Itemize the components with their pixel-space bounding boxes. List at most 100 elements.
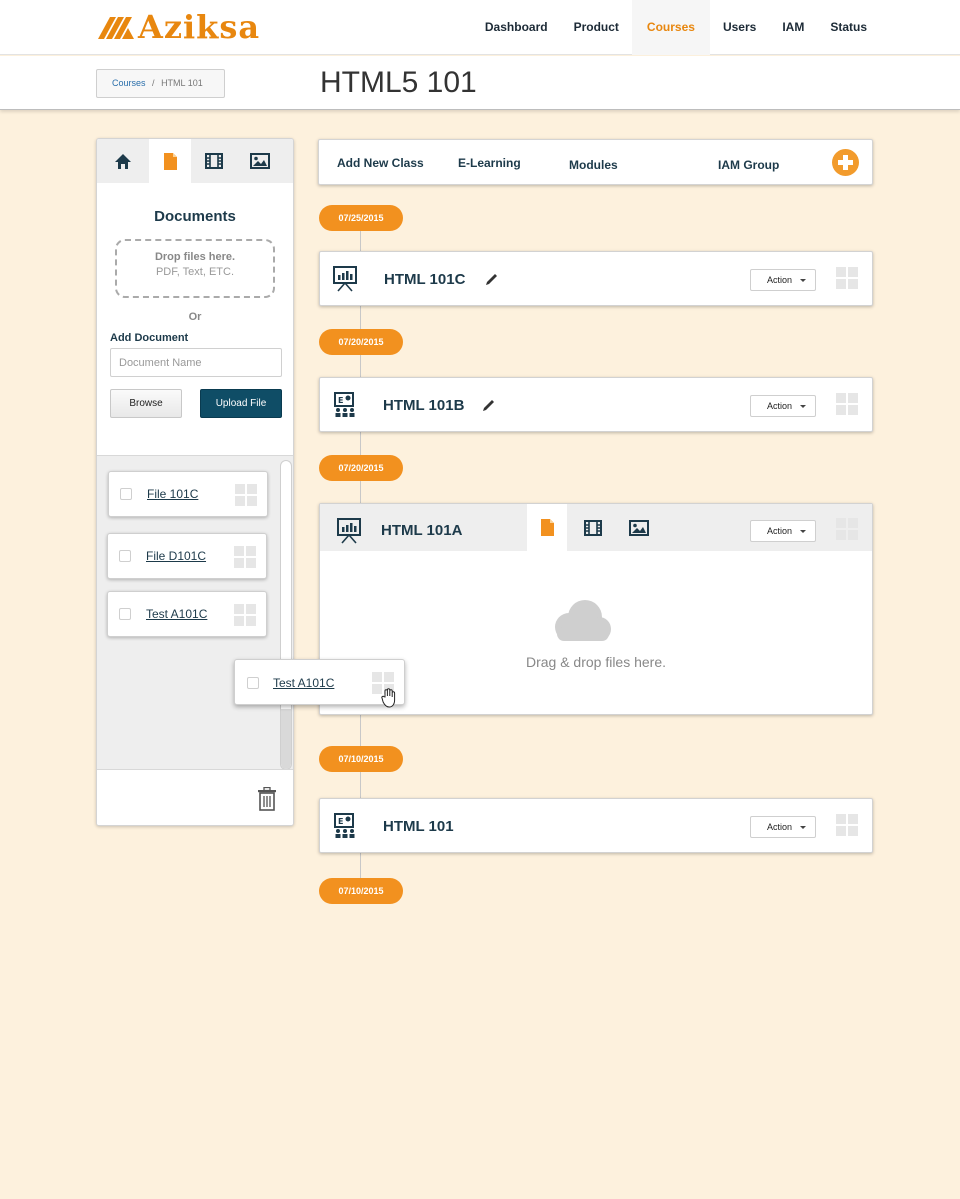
modules-link[interactable]: Modules (569, 158, 618, 172)
date-badge: 07/10/2015 (319, 878, 403, 904)
add-plus-icon[interactable] (832, 149, 859, 176)
film-icon (584, 519, 602, 536)
class-toolbar: Add New Class E-Learning Modules IAM Gro… (318, 139, 873, 185)
nav-iam[interactable]: IAM (769, 0, 817, 55)
svg-text:E: E (338, 817, 343, 826)
caret-down-icon (800, 530, 806, 533)
iam-group-link[interactable]: IAM Group (718, 158, 779, 172)
elearning-icon: E (334, 813, 355, 838)
tab-documents[interactable] (527, 504, 567, 551)
tab-images[interactable] (237, 139, 283, 183)
class-title[interactable]: HTML 101C (384, 271, 465, 288)
breadcrumb-separator: / (152, 78, 155, 88)
class-card: E HTML 101B Action (319, 377, 873, 432)
panel-tabs (97, 139, 293, 183)
action-label: Action (767, 275, 793, 285)
panel-footer (97, 769, 293, 825)
class-title[interactable]: HTML 101B (383, 397, 464, 414)
logo[interactable]: Aziksa (96, 8, 260, 46)
caret-down-icon (800, 826, 806, 829)
nav-users[interactable]: Users (710, 0, 769, 55)
file-card[interactable]: Test A101C (107, 591, 267, 637)
date-badge: 07/10/2015 (319, 746, 403, 772)
tab-images[interactable] (619, 504, 659, 551)
page-title: HTML5 101 (320, 66, 477, 99)
nav-dashboard[interactable]: Dashboard (472, 0, 561, 55)
add-document-label: Add Document (110, 332, 189, 344)
caret-down-icon (800, 279, 806, 282)
breadcrumb-courses-link[interactable]: Courses (112, 78, 146, 88)
dropzone-line2: PDF, Text, ETC. (155, 266, 235, 278)
upload-form: Documents Drop files here. PDF, Text, ET… (97, 208, 293, 418)
panel-heading: Documents (154, 208, 236, 225)
nav-courses[interactable]: Courses (631, 0, 710, 55)
add-new-class-link[interactable]: Add New Class (337, 156, 424, 170)
file-checkbox[interactable] (119, 608, 131, 620)
class-title[interactable]: HTML 101A (381, 522, 462, 539)
action-dropdown[interactable]: Action (750, 269, 816, 291)
elearning-link[interactable]: E-Learning (458, 156, 521, 170)
class-card-header: HTML 101A Action (320, 504, 872, 551)
action-label: Action (767, 822, 793, 832)
cloud-upload-icon[interactable] (549, 599, 615, 643)
image-icon (250, 153, 270, 169)
browse-button[interactable]: Browse (110, 389, 182, 418)
tab-documents[interactable] (149, 139, 191, 183)
drag-handle-icon[interactable] (836, 814, 858, 836)
file-card[interactable]: File 101C (108, 471, 268, 517)
file-name-link[interactable]: Test A101C (273, 676, 334, 690)
action-label: Action (767, 401, 793, 411)
elearning-icon: E (334, 392, 355, 417)
pencil-edit-icon[interactable] (482, 398, 496, 412)
document-icon (163, 152, 177, 170)
breadcrumb: Courses / HTML 101 (96, 69, 225, 98)
file-list-scrollbar[interactable] (280, 460, 292, 770)
document-icon (540, 519, 554, 536)
presentation-icon (333, 266, 357, 292)
upload-buttons: Browse Upload File (110, 389, 282, 418)
date-badge: 07/25/2015 (319, 205, 403, 231)
nav-product[interactable]: Product (561, 0, 632, 55)
file-name-link[interactable]: File 101C (147, 487, 198, 501)
dropzone-line1: Drop files here. (154, 251, 236, 263)
file-checkbox[interactable] (119, 550, 131, 562)
file-checkbox[interactable] (120, 488, 132, 500)
file-list: File 101C File D101C Test A101C (97, 455, 293, 771)
file-name-link[interactable]: File D101C (146, 549, 206, 563)
main-nav: Dashboard Product Courses Users IAM Stat… (472, 0, 880, 55)
tab-video[interactable] (573, 504, 613, 551)
drag-handle-icon[interactable] (234, 546, 256, 568)
tab-video[interactable] (191, 139, 237, 183)
svg-text:E: E (338, 396, 343, 405)
file-checkbox[interactable] (247, 677, 259, 689)
nav-status[interactable]: Status (817, 0, 880, 55)
documents-panel: Documents Drop files here. PDF, Text, ET… (96, 138, 294, 826)
trash-icon[interactable] (257, 787, 277, 811)
drag-handle-icon[interactable] (836, 267, 858, 289)
pencil-edit-icon[interactable] (485, 272, 499, 286)
upload-file-button[interactable]: Upload File (200, 389, 282, 418)
action-dropdown[interactable]: Action (750, 816, 816, 838)
drag-handle-icon[interactable] (836, 518, 858, 540)
logo-mark-icon (98, 17, 134, 39)
file-card[interactable]: File D101C (107, 533, 267, 579)
document-dropzone[interactable]: Drop files here. PDF, Text, ETC. (115, 239, 275, 298)
drag-handle-icon[interactable] (235, 484, 257, 506)
tab-home[interactable] (97, 139, 149, 183)
caret-down-icon (800, 405, 806, 408)
grab-cursor-icon (381, 688, 396, 708)
breadcrumb-current: HTML 101 (161, 78, 203, 88)
action-label: Action (767, 526, 793, 536)
document-name-input[interactable] (110, 348, 282, 377)
action-dropdown[interactable]: Action (750, 395, 816, 417)
home-icon (115, 153, 131, 169)
title-bar: Courses / HTML 101 HTML5 101 (0, 56, 960, 110)
file-name-link[interactable]: Test A101C (146, 607, 207, 621)
scrollbar-thumb[interactable] (281, 709, 291, 769)
drag-handle-icon[interactable] (234, 604, 256, 626)
drag-handle-icon[interactable] (836, 393, 858, 415)
date-badge: 07/20/2015 (319, 455, 403, 481)
class-title[interactable]: HTML 101 (383, 818, 454, 835)
action-dropdown[interactable]: Action (750, 520, 816, 542)
class-card: HTML 101C Action (319, 251, 873, 306)
